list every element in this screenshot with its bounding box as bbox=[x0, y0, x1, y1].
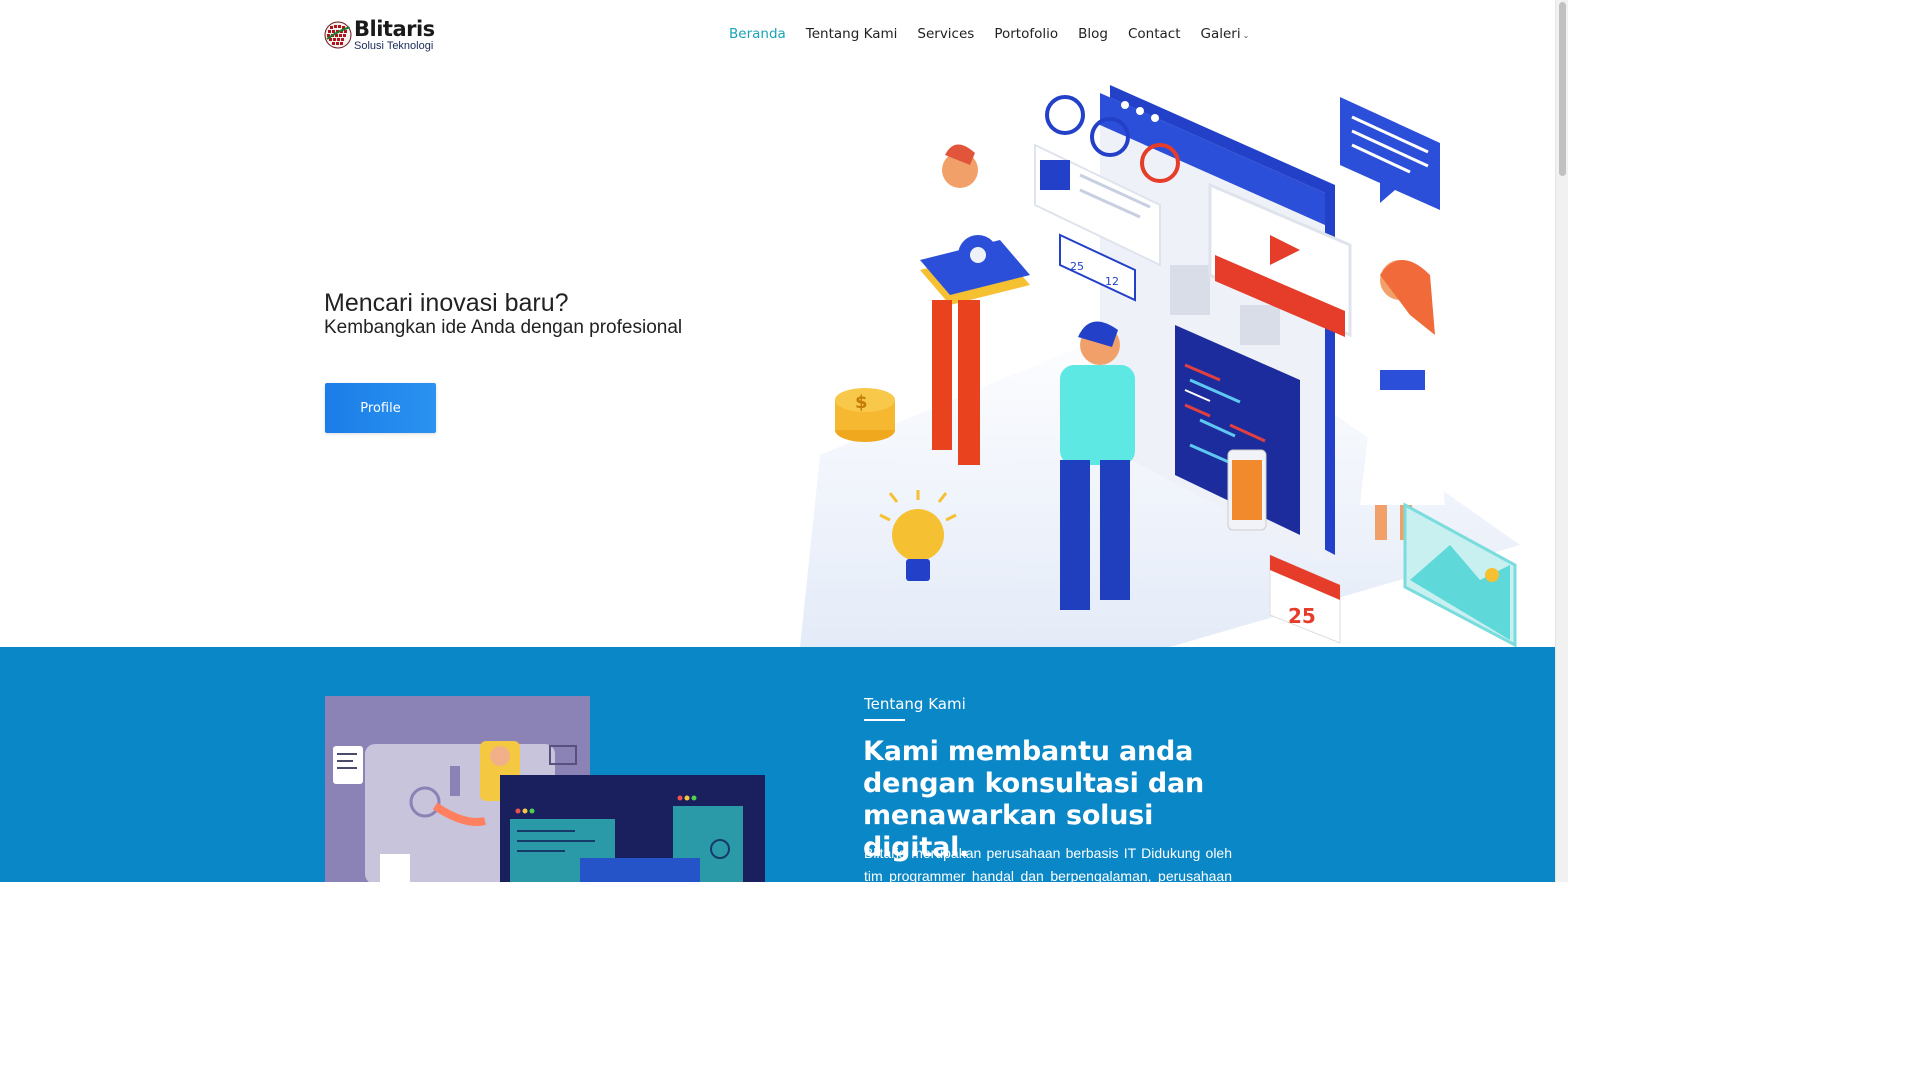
logo[interactable]: Blitaris Solusi Teknologi bbox=[324, 14, 436, 56]
scrollbar-thumb[interactable] bbox=[1559, 2, 1566, 176]
page-scrollbar[interactable] bbox=[1555, 0, 1568, 882]
logo-tagline: Solusi Teknologi bbox=[354, 39, 434, 52]
nav-item-galeri[interactable]: Galeri ⌄ bbox=[1201, 26, 1250, 42]
comment-count: 12 bbox=[1105, 275, 1119, 288]
coin-symbol: $ bbox=[855, 392, 868, 413]
nav-item-galeri-label: Galeri bbox=[1200, 26, 1241, 42]
hero-illustration: 25 12 $ 25 bbox=[800, 85, 1520, 647]
main-nav: Beranda Tentang Kami Services Portofolio… bbox=[729, 26, 1269, 42]
logo-brand: Blitaris bbox=[354, 16, 435, 41]
about-description: Blitaris merupakan perusahaan berbasis I… bbox=[864, 845, 1232, 882]
nav-item-beranda[interactable]: Beranda bbox=[729, 26, 786, 42]
page: Blitaris Solusi Teknologi Beranda Tentan… bbox=[0, 0, 1568, 882]
chevron-down-icon: ⌄ bbox=[1242, 31, 1250, 40]
nav-item-portofolio[interactable]: Portofolio bbox=[994, 26, 1058, 42]
hero-title: Mencari inovasi baru? bbox=[324, 289, 569, 317]
profile-button[interactable]: Profile bbox=[325, 383, 436, 433]
calendar-number: 25 bbox=[1288, 604, 1316, 628]
about-illustration bbox=[325, 696, 765, 882]
nav-item-blog[interactable]: Blog bbox=[1078, 26, 1108, 42]
like-count: 25 bbox=[1070, 260, 1084, 273]
nav-item-contact[interactable]: Contact bbox=[1128, 26, 1181, 42]
about-kicker: Tentang Kami bbox=[864, 695, 966, 713]
hero-subtitle: Kembangkan ide Anda dengan profesional bbox=[324, 317, 683, 338]
nav-item-tentang-kami[interactable]: Tentang Kami bbox=[806, 26, 898, 42]
about-kicker-underline bbox=[864, 719, 905, 721]
globe-logo-icon bbox=[324, 21, 352, 49]
site-header: Blitaris Solusi Teknologi Beranda Tentan… bbox=[0, 0, 1555, 75]
nav-item-services[interactable]: Services bbox=[917, 26, 974, 42]
about-section: Tentang Kami Kami membantu anda dengan k… bbox=[0, 647, 1555, 882]
logo-text: Blitaris Solusi Teknologi bbox=[354, 16, 435, 52]
